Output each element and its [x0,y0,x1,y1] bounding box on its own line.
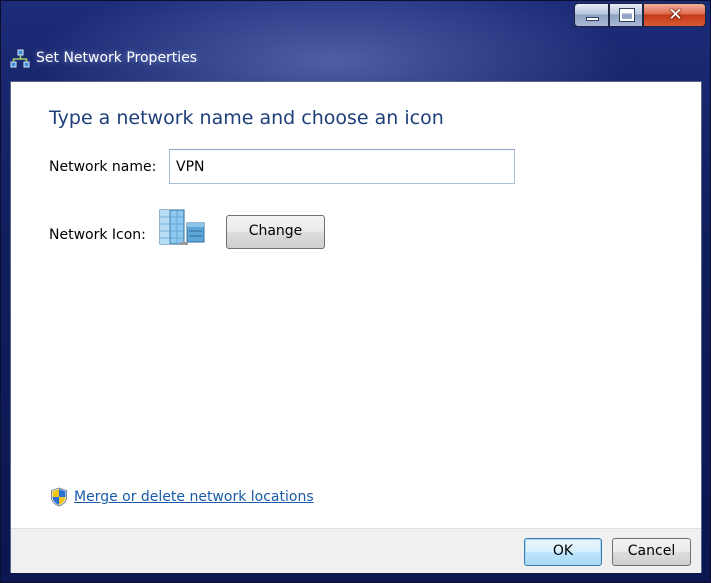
cancel-button[interactable]: Cancel [612,538,691,566]
close-button[interactable]: ✕ [643,3,706,27]
dialog-footer: OK Cancel [11,528,701,573]
change-icon-button[interactable]: Change [226,215,325,249]
office-building-icon [156,206,206,248]
maximize-button[interactable] [609,3,643,27]
dialog-content: Type a network name and choose an icon N… [10,81,702,573]
maximize-icon [619,8,635,22]
ok-button[interactable]: OK [524,538,602,566]
dialog-heading: Type a network name and choose an icon [49,107,444,129]
window-title: Set Network Properties [36,50,198,66]
network-name-label: Network name: [49,159,157,175]
network-icon-label: Network Icon: [49,227,146,243]
close-icon: ✕ [668,5,683,25]
minimize-icon [586,17,599,21]
title-bar[interactable]: Set Network Properties ✕ [1,1,710,81]
network-name-input[interactable] [169,149,515,184]
caption-buttons: ✕ [574,3,706,27]
network-globe-icon [10,49,30,69]
minimize-button[interactable] [574,3,609,27]
uac-shield-icon [50,487,68,507]
window: Set Network Properties ✕ Type a network … [0,0,711,583]
merge-delete-locations-link[interactable]: Merge or delete network locations [74,489,314,505]
